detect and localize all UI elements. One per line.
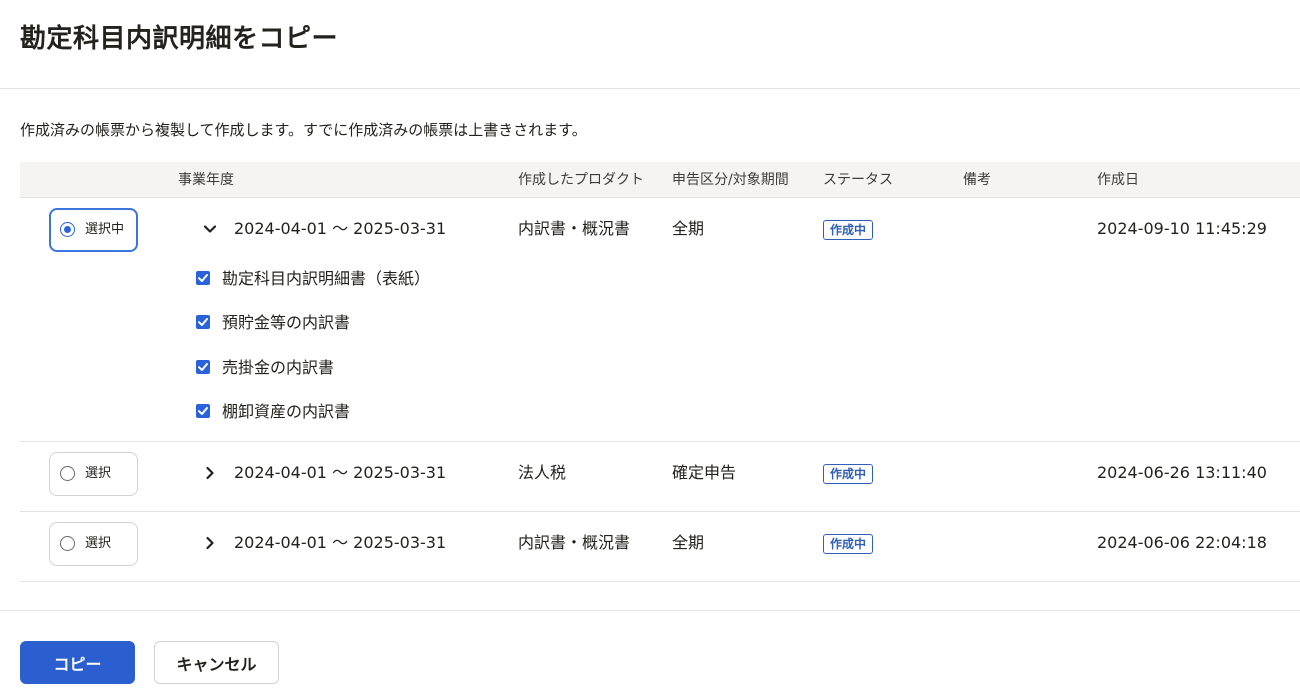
copy-button[interactable]: コピー xyxy=(20,641,135,684)
document-label: 棚卸資産の内訳書 xyxy=(222,402,351,421)
select-button[interactable]: 選択中 xyxy=(49,208,138,252)
table-row: 選択中 2024-04-01 〜 2025-03-31 内訳書・概況書 全期 作… xyxy=(20,198,1300,442)
created-at: 2024-06-26 13:11:40 xyxy=(1097,463,1267,482)
checkbox-checked-icon[interactable] xyxy=(196,271,210,285)
product-name: 内訳書・概況書 xyxy=(518,533,631,552)
checkbox-checked-icon[interactable] xyxy=(196,360,210,374)
column-notes: 備考 xyxy=(963,172,991,188)
document-label: 売掛金の内訳書 xyxy=(222,358,335,377)
fiscal-period: 2024-04-01 〜 2025-03-31 xyxy=(234,463,447,482)
status-badge: 作成中 xyxy=(823,220,874,240)
select-button[interactable]: 選択 xyxy=(49,452,138,496)
checkbox-checked-icon[interactable] xyxy=(196,404,210,418)
table-row: 選択 2024-04-01 〜 2025-03-31 法人税 確定申告 作成中 … xyxy=(20,442,1300,512)
created-at: 2024-06-06 22:04:18 xyxy=(1097,533,1267,552)
dialog-footer: コピー キャンセル xyxy=(0,610,1300,695)
filing-type: 全期 xyxy=(672,533,705,552)
column-product: 作成したプロダクト xyxy=(518,172,644,188)
filing-type: 全期 xyxy=(672,219,705,238)
radio-icon xyxy=(60,536,75,551)
fiscal-period: 2024-04-01 〜 2025-03-31 xyxy=(234,533,447,552)
chevron-down-icon[interactable] xyxy=(200,219,220,239)
column-filing-period: 申告区分/対象期間 xyxy=(672,172,789,188)
status-badge: 作成中 xyxy=(823,464,874,484)
filing-type: 確定申告 xyxy=(672,463,737,482)
document-label: 預貯金等の内訳書 xyxy=(222,313,351,332)
select-label: 選択 xyxy=(85,466,112,481)
select-label: 選択中 xyxy=(85,222,125,237)
table-row: 選択 2024-04-01 〜 2025-03-31 内訳書・概況書 全期 作成… xyxy=(20,512,1300,582)
column-fiscal-year: 事業年度 xyxy=(178,172,234,188)
select-button[interactable]: 選択 xyxy=(49,522,138,566)
dialog-header: 勘定科目内訳明細をコピー xyxy=(0,0,1300,89)
fiscal-period: 2024-04-01 〜 2025-03-31 xyxy=(234,219,447,238)
product-name: 法人税 xyxy=(518,463,567,482)
checkbox-checked-icon[interactable] xyxy=(196,315,210,329)
radio-icon xyxy=(60,466,75,481)
cancel-button[interactable]: キャンセル xyxy=(154,641,279,684)
product-name: 内訳書・概況書 xyxy=(518,219,631,238)
column-status: ステータス xyxy=(823,172,893,188)
radio-icon xyxy=(60,222,75,237)
dialog-description: 作成済みの帳票から複製して作成します。すでに作成済みの帳票は上書きされます。 xyxy=(20,121,587,139)
document-label: 勘定科目内訳明細書（表紙） xyxy=(222,269,431,288)
chevron-right-icon[interactable] xyxy=(200,463,220,483)
table-header: 事業年度 作成したプロダクト 申告区分/対象期間 ステータス 備考 作成日 xyxy=(20,162,1300,198)
column-created-at: 作成日 xyxy=(1097,172,1139,188)
created-at: 2024-09-10 11:45:29 xyxy=(1097,219,1267,238)
chevron-right-icon[interactable] xyxy=(200,533,220,553)
status-badge: 作成中 xyxy=(823,534,874,554)
select-label: 選択 xyxy=(85,536,112,551)
dialog-title: 勘定科目内訳明細をコピー xyxy=(20,24,339,54)
